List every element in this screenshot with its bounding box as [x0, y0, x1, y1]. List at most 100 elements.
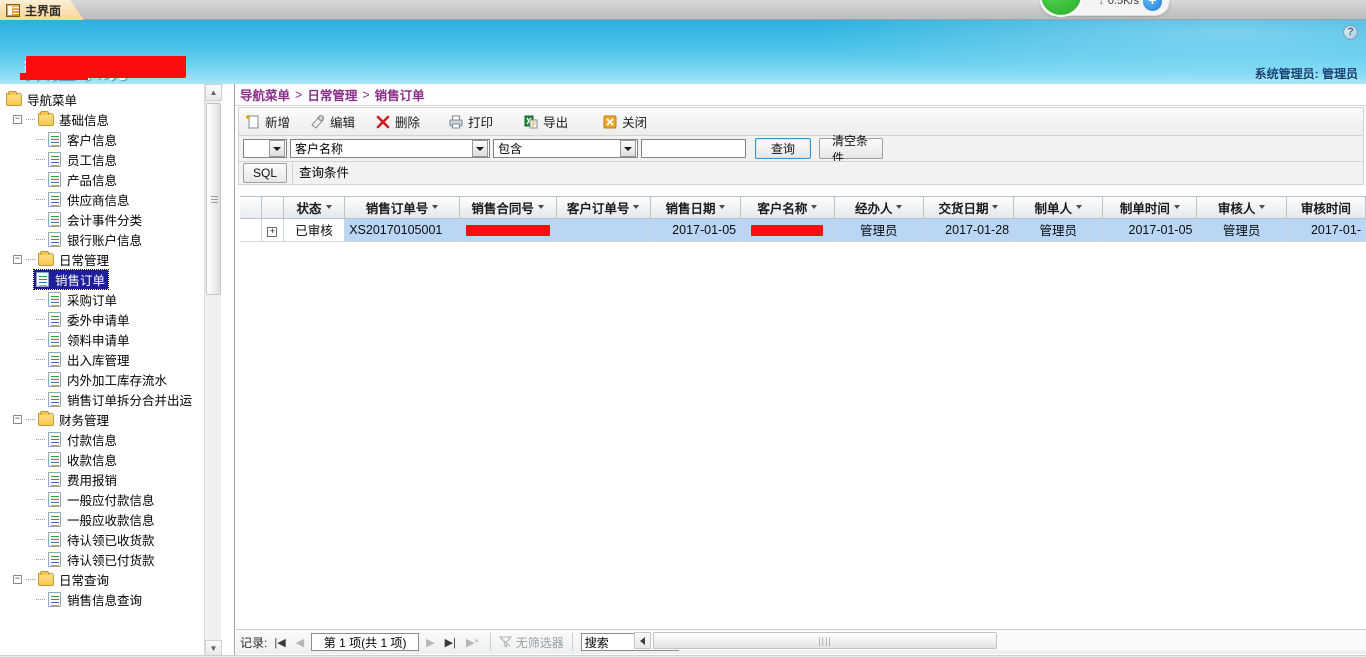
- column-filter-caret-icon[interactable]: [992, 205, 999, 210]
- column-filter-caret-icon[interactable]: [1173, 205, 1180, 210]
- toolbar-button-edit[interactable]: 编辑: [304, 109, 369, 135]
- filter-field-combo[interactable]: 客户名称: [290, 139, 490, 158]
- cell-audit_time[interactable]: 2017-01-: [1286, 218, 1366, 242]
- column-header-sel[interactable]: [240, 197, 262, 219]
- filter-operator-combo[interactable]: 包含: [493, 139, 638, 158]
- cell-handler[interactable]: 管理员: [834, 218, 924, 242]
- sql-button[interactable]: SQL: [243, 163, 288, 183]
- previous-record-button[interactable]: ◀: [293, 636, 307, 649]
- nav-group-2[interactable]: − 日常管理: [0, 249, 218, 269]
- expander-collapse-icon[interactable]: −: [13, 414, 22, 424]
- column-header-make_time[interactable]: 制单时间: [1102, 197, 1198, 219]
- filter-keyword-input[interactable]: [641, 139, 746, 158]
- column-filter-caret-icon[interactable]: [719, 205, 726, 210]
- nav-item-selected[interactable]: 销售订单: [32, 268, 110, 290]
- nav-item-财务管理-4[interactable]: 一般应付款信息: [0, 489, 218, 509]
- breadcrumb-item-3[interactable]: 销售订单: [375, 85, 425, 104]
- filter-field-caret[interactable]: [472, 140, 488, 157]
- nav-item-财务管理-1[interactable]: 付款信息: [0, 429, 218, 449]
- breadcrumb-item-2[interactable]: 日常管理: [307, 85, 357, 104]
- column-header-delivery_date[interactable]: 交货日期: [923, 197, 1015, 219]
- nav-item-基础信息-1[interactable]: 客户信息: [0, 129, 218, 149]
- nav-item-财务管理-2[interactable]: 收款信息: [0, 449, 218, 469]
- next-record-button[interactable]: ▶: [423, 636, 437, 649]
- nav-item-日常管理-7[interactable]: 销售订单拆分合并出运: [0, 389, 218, 409]
- help-icon[interactable]: ?: [1343, 25, 1358, 40]
- sql-condition-text[interactable]: 查询条件: [292, 163, 1363, 183]
- column-filter-caret-icon[interactable]: [537, 205, 544, 210]
- column-filter-caret-icon[interactable]: [325, 205, 332, 210]
- nav-item-财务管理-7[interactable]: 待认领已付货款: [0, 549, 218, 569]
- hscroll-thumb[interactable]: ||||: [653, 632, 997, 649]
- nav-item-日常管理-4[interactable]: 领料申请单: [0, 329, 218, 349]
- column-filter-caret-icon[interactable]: [432, 205, 439, 210]
- nav-item-日常管理-3[interactable]: 委外申请单: [0, 309, 218, 329]
- nav-group-4[interactable]: − 日常查询: [0, 569, 218, 589]
- column-filter-caret-icon[interactable]: [1076, 205, 1082, 210]
- hscroll-left-button[interactable]: [634, 632, 651, 649]
- nav-root[interactable]: 导航菜单: [0, 89, 218, 109]
- first-record-button[interactable]: |◀: [271, 636, 288, 649]
- column-header-contract_no[interactable]: 销售合同号: [459, 197, 557, 219]
- column-filter-caret-icon[interactable]: [896, 205, 903, 210]
- row-expand-icon[interactable]: +: [267, 226, 278, 237]
- toolbar-button-delete[interactable]: 删除: [369, 109, 434, 135]
- new-record-button[interactable]: ▶*: [463, 636, 482, 649]
- column-header-audit_time[interactable]: 审核时间: [1286, 197, 1366, 219]
- filter-status[interactable]: 无筛选器: [498, 634, 564, 651]
- column-filter-caret-icon[interactable]: [633, 205, 640, 210]
- cell-auditor[interactable]: 管理员: [1196, 218, 1287, 242]
- nav-item-日常管理-6[interactable]: 内外加工库存流水: [0, 369, 218, 389]
- column-filter-caret-icon[interactable]: [811, 205, 818, 210]
- nav-item-基础信息-2[interactable]: 员工信息: [0, 149, 218, 169]
- nav-item-日常管理-1[interactable]: 销售订单: [0, 268, 218, 290]
- filter-logic-caret[interactable]: [269, 140, 285, 157]
- nav-group-3[interactable]: − 财务管理: [0, 409, 218, 429]
- tab-main-interface[interactable]: 主界面: [0, 0, 84, 20]
- navigation-tree[interactable]: 导航菜单 − 基础信息 客户信息 员工信息 产品信息 供应商信息 会计事件分类 银行账户信息 − 日…: [0, 84, 218, 609]
- expander-collapse-icon[interactable]: −: [13, 254, 22, 264]
- column-header-maker[interactable]: 制单人: [1013, 197, 1104, 219]
- nav-item-基础信息-6[interactable]: 银行账户信息: [0, 229, 218, 249]
- cell-maker[interactable]: 管理员: [1013, 218, 1104, 242]
- toolbar-button-close[interactable]: 关闭: [596, 109, 661, 135]
- cell-delivery_date[interactable]: 2017-01-28: [923, 218, 1015, 242]
- nav-item-日常管理-2[interactable]: 采购订单: [0, 289, 218, 309]
- grid-horizontal-scrollbar[interactable]: ||||: [634, 631, 1366, 650]
- column-header-status[interactable]: 状态: [283, 197, 346, 219]
- search-button[interactable]: 查询: [755, 138, 811, 159]
- cell-customer[interactable]: [740, 218, 835, 242]
- expander-collapse-icon[interactable]: −: [13, 114, 22, 124]
- column-filter-caret-icon[interactable]: [1259, 205, 1266, 210]
- nav-group-1[interactable]: − 基础信息: [0, 109, 218, 129]
- expand-plus-button[interactable]: +: [1143, 0, 1162, 11]
- column-header-customer[interactable]: 客户名称: [740, 197, 835, 219]
- nav-item-财务管理-5[interactable]: 一般应收款信息: [0, 509, 218, 529]
- column-header-auditor[interactable]: 审核人: [1196, 197, 1287, 219]
- nav-item-基础信息-3[interactable]: 产品信息: [0, 169, 218, 189]
- toolbar-button-export-excel[interactable]: 导出: [517, 109, 582, 135]
- column-header-cust_order_no[interactable]: 客户订单号: [556, 197, 651, 219]
- nav-scroll-thumb[interactable]: [206, 103, 221, 295]
- nav-vertical-scrollbar[interactable]: ▲ ▼: [204, 84, 222, 657]
- cell-sel[interactable]: [240, 218, 262, 242]
- column-header-expand[interactable]: [261, 197, 284, 219]
- column-header-handler[interactable]: 经办人: [834, 197, 924, 219]
- toolbar-button-print[interactable]: 打印: [442, 109, 507, 135]
- column-header-sale_date[interactable]: 销售日期: [650, 197, 742, 219]
- cell-cust_order_no[interactable]: [556, 218, 651, 242]
- nav-item-基础信息-5[interactable]: 会计事件分类: [0, 209, 218, 229]
- cell-make_time[interactable]: 2017-01-05: [1102, 218, 1198, 242]
- table-row[interactable]: + 已审核 XS20170105001 2017-01-05 管理员 2017-01-28…: [240, 218, 1366, 242]
- filter-logic-combo[interactable]: [243, 139, 287, 158]
- breadcrumb-item-1[interactable]: 导航菜单: [240, 85, 290, 104]
- nav-item-财务管理-6[interactable]: 待认领已收货款: [0, 529, 218, 549]
- cell-order_no[interactable]: XS20170105001: [344, 218, 460, 242]
- nav-item-财务管理-3[interactable]: 费用报销: [0, 469, 218, 489]
- toolbar-button-new[interactable]: 新增: [239, 109, 304, 135]
- column-header-order_no[interactable]: 销售订单号: [344, 197, 460, 219]
- filter-operator-caret[interactable]: [620, 140, 636, 157]
- clear-conditions-button[interactable]: 清空条件: [819, 134, 883, 165]
- nav-item-基础信息-4[interactable]: 供应商信息: [0, 189, 218, 209]
- cell-expand[interactable]: +: [261, 218, 284, 242]
